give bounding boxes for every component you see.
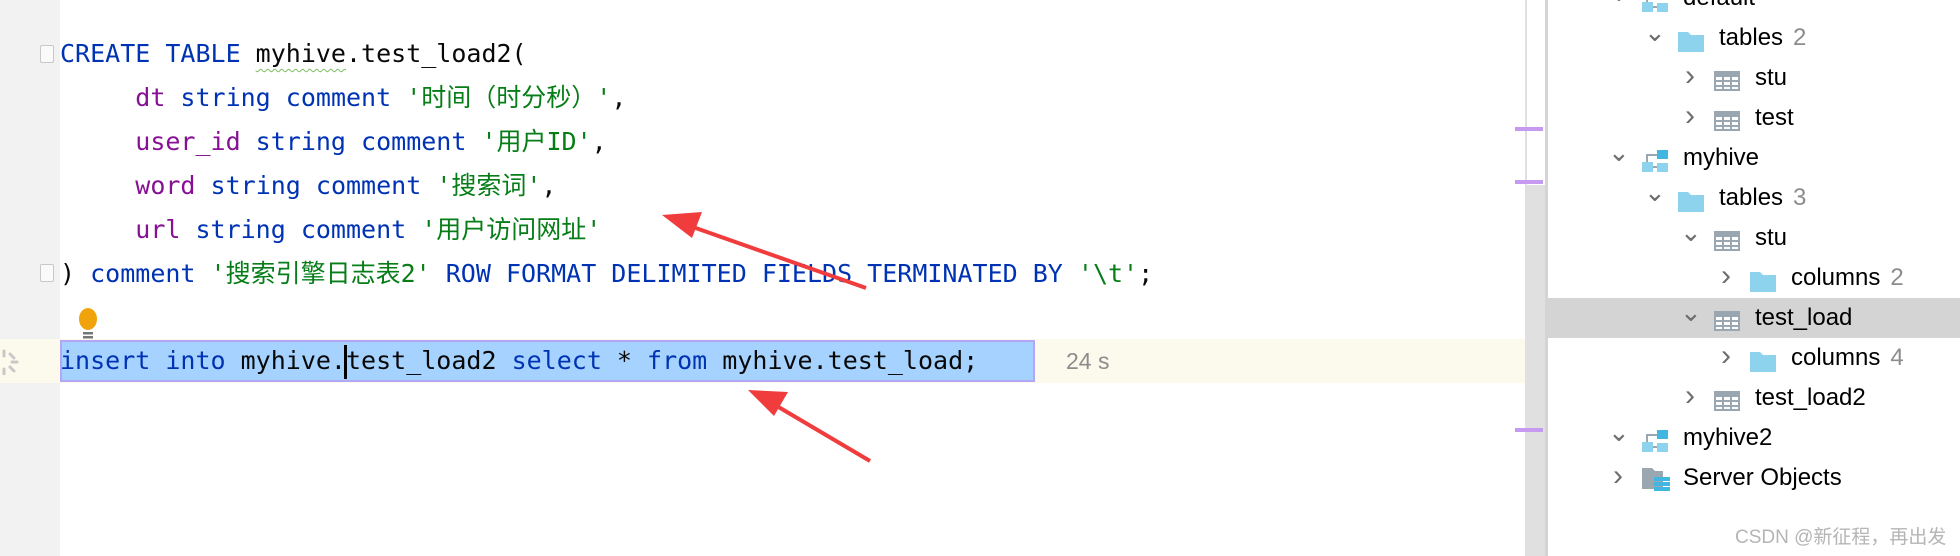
annotation-arrows xyxy=(662,212,872,463)
annotation-arrow-2 xyxy=(748,390,872,463)
annotation-arrow-1 xyxy=(662,212,867,290)
